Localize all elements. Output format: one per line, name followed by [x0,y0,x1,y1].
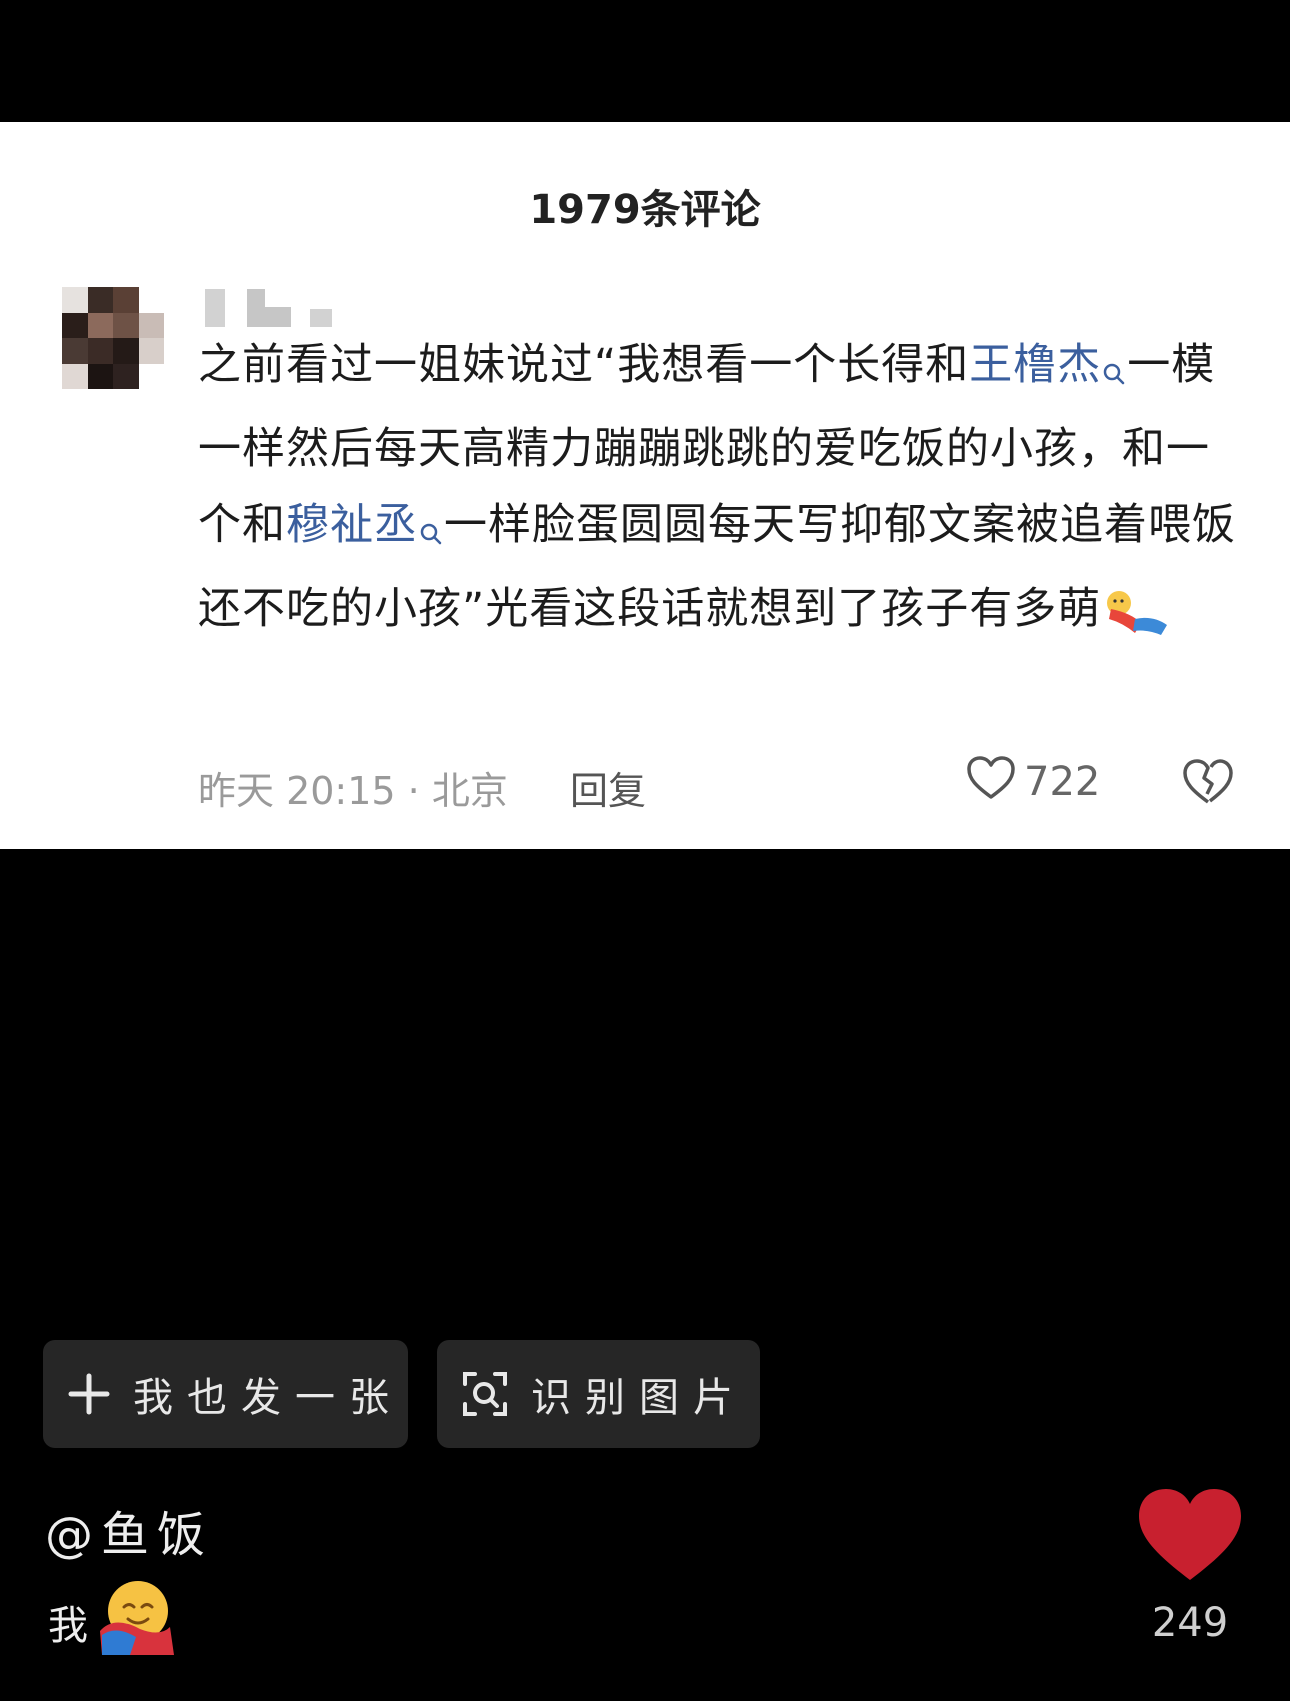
hug-emoji-icon [94,1575,178,1669]
comment-body: 之前看过一姐妹说过“我想看一个长得和王橹杰 一模一样然后每天高精力蹦蹦跳跳的爱吃饭… [198,327,1238,647]
reply-button[interactable]: 回复 [570,760,646,815]
post-button-label: 我也发一张 [133,1375,403,1421]
heart-filled-icon[interactable] [1135,1485,1245,1589]
search-icon[interactable] [1101,335,1127,411]
like-button[interactable]: 722 [966,752,1100,812]
keyword-link-mu[interactable]: 穆祉丞 [286,500,418,550]
heart-outline-icon [966,755,1016,810]
post-one-too-button[interactable]: 我也发一张 [43,1340,408,1448]
comment-time-location: 昨天 20:15 · 北京 [198,769,508,813]
keyword-link-wang[interactable]: 王橹杰 [969,340,1101,390]
username-blurred[interactable] [205,289,335,329]
heart-count: 249 [1151,1600,1229,1646]
post-caption: 我 [48,1575,178,1669]
comments-count-title: 1979条评论 [529,187,761,233]
comment-meta-row: 昨天 20:15 · 北京 回复 722 [198,752,1248,815]
avatar[interactable] [62,287,164,389]
recognize-image-button[interactable]: 识别图片 [437,1340,760,1448]
author-handle[interactable]: @鱼饭 [45,1495,213,1565]
comment-text-part: 之前看过一姐妹说过“我想看一个长得和 [198,340,970,390]
plus-icon [67,1372,111,1416]
scan-icon [461,1370,509,1418]
broken-heart-icon[interactable] [1182,758,1234,815]
like-count: 722 [1024,759,1101,805]
search-icon[interactable] [418,495,444,571]
top-black-bar [0,0,1290,122]
dizzy-fall-emoji-icon [1101,587,1173,637]
comments-panel: 1979条评论 之前看过一姐妹说过“我想看一个长得和王橹杰 一模一样然后每天高精力… [0,122,1290,849]
caption-text: 我 [48,1603,88,1649]
recognize-button-label: 识别图片 [531,1375,747,1421]
